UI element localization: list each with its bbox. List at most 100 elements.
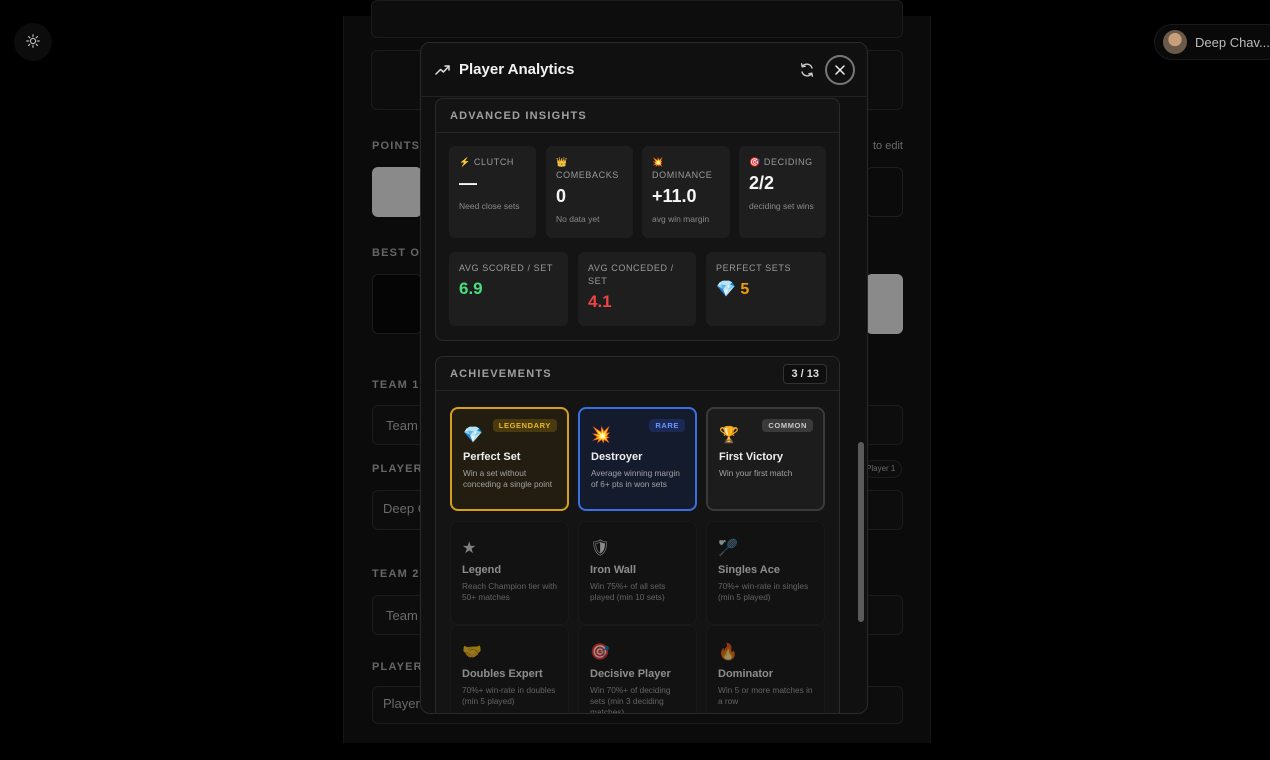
achievements-section: ACHIEVEMENTS 3 / 13 LEGENDARY 💎 Perfect …	[435, 356, 840, 714]
insight-sub: avg win margin	[652, 214, 710, 224]
achievement-title: Destroyer	[591, 451, 643, 463]
insight-card-avg-conceded: AVG CONCEDED / SET 4.1	[578, 252, 696, 326]
achievement-title: Dominator	[718, 668, 773, 680]
team1-value: Team	[386, 418, 418, 433]
insight-value: 0	[556, 186, 567, 206]
sun-icon	[26, 33, 40, 51]
achievement-title: Legend	[462, 564, 502, 576]
player-analytics-modal: Player Analytics ADVANCED INSIGHTS ⚡ CLU…	[420, 42, 868, 714]
best-of-option-selected[interactable]	[866, 274, 903, 334]
points-option-selected[interactable]	[372, 167, 422, 217]
target-icon: 🎯	[590, 644, 610, 661]
handshake-icon: 🤝	[462, 644, 482, 661]
insight-value: —	[459, 173, 477, 193]
insight-value: 6.9	[459, 279, 483, 298]
achievement-title: Iron Wall	[590, 564, 637, 576]
achievement-title: First Victory	[719, 451, 783, 463]
modal-header: Player Analytics	[421, 43, 867, 97]
achievement-title: Doubles Expert	[462, 668, 543, 680]
close-icon	[835, 65, 845, 75]
team2-value: Team	[386, 608, 418, 623]
insight-value: +11.0	[652, 186, 697, 206]
achievement-title: Decisive Player	[590, 668, 671, 680]
achievement-desc: 70%+ win-rate in singles (min 5 played)	[718, 581, 809, 602]
insight-value: 4.1	[588, 292, 612, 311]
user-menu[interactable]: Deep Chav...	[1154, 24, 1270, 60]
refresh-button[interactable]	[799, 62, 817, 80]
insight-label-text: DECIDING	[763, 157, 813, 167]
points-option-right[interactable]	[866, 167, 903, 217]
badminton-icon: 🏸	[718, 540, 738, 557]
achievement-card-locked[interactable]: 🏸 Singles Ace 70%+ win-rate in singles (…	[706, 521, 825, 625]
insight-card-avg-scored: AVG SCORED / SET 6.9	[449, 252, 568, 326]
achievement-desc: Reach Champion tier with 50+ matches	[462, 581, 557, 602]
crown-icon: 👑	[556, 157, 568, 167]
player-tag-label: Player 1	[866, 464, 896, 473]
advanced-insights-header: ADVANCED INSIGHTS	[436, 99, 839, 133]
refresh-icon	[800, 63, 814, 77]
insight-label: 💥 DOMINANCE	[652, 156, 720, 182]
insight-label-text: CLUTCH	[473, 157, 515, 167]
points-hint: to edit	[873, 140, 903, 152]
target-icon: 🎯	[749, 157, 761, 167]
achievement-desc: Win 75%+ of all sets played (min 10 sets…	[590, 581, 666, 602]
insight-card-perfect-sets: PERFECT SETS 💎 5	[706, 252, 826, 326]
insight-sub: Need close sets	[459, 201, 520, 211]
achievement-desc: Win a set without conceding a single poi…	[463, 468, 553, 489]
achievement-card[interactable]: COMMON 🏆 First Victory Win your first ma…	[706, 407, 825, 511]
achievement-desc: Win your first match	[719, 468, 793, 478]
insight-label: 🎯 DECIDING	[749, 156, 816, 169]
insight-value: 💎 5	[716, 281, 750, 298]
tier-badge: COMMON	[762, 419, 813, 432]
insight-sub: No data yet	[556, 214, 600, 224]
achievement-title: Perfect Set	[463, 451, 521, 463]
insight-value: 2/2	[749, 173, 775, 193]
insight-card-clutch: ⚡ CLUTCH — Need close sets	[449, 146, 536, 238]
insight-card-deciding: 🎯 DECIDING 2/2 deciding set wins	[739, 146, 826, 238]
achievements-header: ACHIEVEMENTS 3 / 13	[436, 357, 839, 391]
insight-label: PERFECT SETS	[716, 263, 792, 273]
advanced-insights-section: ADVANCED INSIGHTS ⚡ CLUTCH — Need close …	[435, 98, 840, 341]
user-name: Deep Chav...	[1195, 34, 1270, 50]
insight-label: 👑 COMEBACKS	[556, 156, 623, 182]
achievement-card-locked[interactable]: ★ Legend Reach Champion tier with 50+ ma…	[450, 521, 569, 625]
shield-icon: 🛡	[590, 540, 611, 557]
achievement-title: Singles Ace	[718, 564, 780, 576]
achievements-title: ACHIEVEMENTS	[450, 367, 552, 380]
players2-value: Player	[383, 696, 420, 711]
theme-toggle-button[interactable]	[14, 23, 52, 61]
close-button[interactable]	[825, 55, 855, 85]
insight-label-text: COMEBACKS	[556, 170, 619, 180]
achievement-desc: Win 70%+ of deciding sets (min 3 decidin…	[590, 685, 671, 714]
insight-card-dominance: 💥 DOMINANCE +11.0 avg win margin	[642, 146, 730, 238]
achievement-card-locked[interactable]: 🛡 Iron Wall Win 75%+ of all sets played …	[578, 521, 697, 625]
achievement-card-locked[interactable]: 🎯 Decisive Player Win 70%+ of deciding s…	[578, 625, 697, 714]
fire-icon: 🔥	[718, 644, 738, 661]
insight-label-text: DOMINANCE	[652, 170, 713, 180]
achievements-count: 3 / 13	[783, 364, 827, 384]
tier-badge: LEGENDARY	[492, 419, 557, 432]
achievement-card[interactable]: RARE 💥 Destroyer Average winning margin …	[578, 407, 697, 511]
bolt-icon: ⚡	[459, 157, 471, 167]
insight-label: AVG SCORED / SET	[459, 263, 553, 273]
tier-badge: RARE	[649, 419, 685, 432]
modal-scroll-area[interactable]: ADVANCED INSIGHTS ⚡ CLUTCH — Need close …	[421, 98, 867, 714]
achievement-desc: Average winning margin of 6+ pts in won …	[591, 468, 680, 489]
insight-card-comebacks: 👑 COMEBACKS 0 No data yet	[546, 146, 633, 238]
star-icon: ★	[462, 540, 477, 557]
achievement-desc: 70%+ win-rate in doubles (min 5 played)	[462, 685, 556, 706]
best-of-option-left[interactable]	[372, 274, 422, 334]
achievement-card[interactable]: LEGENDARY 💎 Perfect Set Win a set withou…	[450, 407, 569, 511]
achievement-card-locked[interactable]: 🔥 Dominator Win 5 or more matches in a r…	[706, 625, 825, 713]
modal-title: Player Analytics	[459, 61, 575, 78]
insight-label: AVG CONCEDED / SET	[588, 263, 674, 286]
achievement-card-locked[interactable]: 🤝 Doubles Expert 70%+ win-rate in double…	[450, 625, 569, 713]
collision-icon: 💥	[652, 157, 664, 167]
insight-label: ⚡ CLUTCH	[459, 156, 526, 169]
trending-up-icon	[435, 62, 451, 78]
scrollbar-thumb[interactable]	[858, 442, 864, 622]
achievement-desc: Win 5 or more matches in a row	[718, 685, 813, 706]
insight-sub: deciding set wins	[749, 201, 814, 211]
avatar	[1163, 30, 1187, 54]
bg-field-top	[371, 0, 903, 38]
